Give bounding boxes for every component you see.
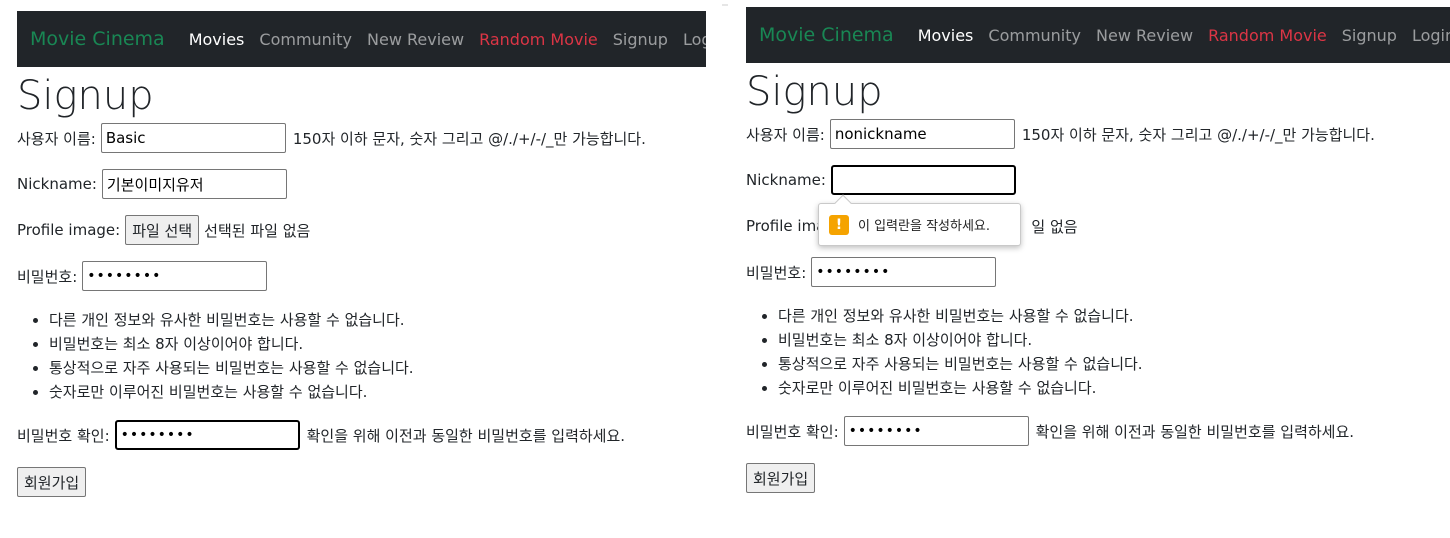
nav-new-review[interactable]: New Review <box>367 30 464 49</box>
nickname-row: Nickname: <box>17 169 646 199</box>
navbar: Movie Cinema Movies Community New Review… <box>17 11 726 67</box>
confirm-input[interactable] <box>843 416 1029 446</box>
file-status: 선택된 파일 없음 <box>204 221 311 240</box>
profile-label: Profile image: <box>17 221 121 239</box>
username-row: 사용자 이름: 150자 이하 문자, 숫자 그리고 @/./+/-/_만 가능… <box>17 123 646 153</box>
confirm-label: 비밀번호 확인: <box>746 422 839 441</box>
panel-divider <box>722 4 728 6</box>
password-row: 비밀번호: <box>746 257 1375 287</box>
signup-submit-button[interactable]: 회원가입 <box>746 463 816 493</box>
username-label: 사용자 이름: <box>746 125 825 144</box>
page-title: Signup <box>746 69 883 115</box>
password-row: 비밀번호: <box>17 261 646 291</box>
warning-icon: ! <box>829 214 849 235</box>
username-help: 150자 이하 문자, 숫자 그리고 @/./+/-/_만 가능합니다. <box>292 129 646 148</box>
profile-label: Profile ima <box>746 217 826 235</box>
validation-message: 이 입력란을 작성하세요. <box>858 219 990 234</box>
nav-signup[interactable]: Signup <box>1342 26 1397 45</box>
signup-submit-button[interactable]: 회원가입 <box>17 467 87 497</box>
nav-login[interactable]: Login <box>1412 26 1450 45</box>
nav-movies[interactable]: Movies <box>918 26 974 45</box>
password-rule: 숫자로만 이루어진 비밀번호는 사용할 수 없습니다. <box>49 380 646 404</box>
username-input[interactable] <box>829 119 1015 149</box>
username-help: 150자 이하 문자, 숫자 그리고 @/./+/-/_만 가능합니다. <box>1021 125 1375 144</box>
password-rule: 비밀번호는 최소 8자 이상이어야 합니다. <box>778 328 1375 352</box>
password-label: 비밀번호: <box>17 267 78 286</box>
page-title: Signup <box>17 73 154 119</box>
file-select-button[interactable]: 파일 선택 <box>125 215 200 245</box>
file-status: 일 없음 <box>1031 217 1078 236</box>
brand-link[interactable]: Movie Cinema <box>30 28 165 50</box>
password-rule: 통상적으로 자주 사용되는 비밀번호는 사용할 수 없습니다. <box>778 352 1375 376</box>
nickname-row: Nickname: <box>746 165 1375 195</box>
signup-form: Signup 사용자 이름: 150자 이하 문자, 숫자 그리고 @/./+/… <box>17 70 646 497</box>
nickname-label: Nickname: <box>17 175 97 193</box>
nav-random-movie[interactable]: Random Movie <box>1208 26 1327 45</box>
password-rule: 비밀번호는 최소 8자 이상이어야 합니다. <box>49 332 646 356</box>
username-input[interactable] <box>100 123 286 153</box>
username-row: 사용자 이름: 150자 이하 문자, 숫자 그리고 @/./+/-/_만 가능… <box>746 119 1375 149</box>
nav-community[interactable]: Community <box>259 30 352 49</box>
password-rules: 다른 개인 정보와 유사한 비밀번호는 사용할 수 없습니다. 비밀번호는 최소… <box>17 308 646 404</box>
confirm-row: 비밀번호 확인: 확인을 위해 이전과 동일한 비밀번호를 입력하세요. <box>746 416 1375 446</box>
nav-signup[interactable]: Signup <box>613 30 668 49</box>
password-rule: 통상적으로 자주 사용되는 비밀번호는 사용할 수 없습니다. <box>49 356 646 380</box>
nickname-input[interactable] <box>101 169 287 199</box>
confirm-help: 확인을 위해 이전과 동일한 비밀번호를 입력하세요. <box>1035 422 1355 441</box>
signup-form: Signup 사용자 이름: 150자 이하 문자, 숫자 그리고 @/./+/… <box>746 66 1375 493</box>
confirm-row: 비밀번호 확인: 확인을 위해 이전과 동일한 비밀번호를 입력하세요. <box>17 420 646 450</box>
nav-new-review[interactable]: New Review <box>1096 26 1193 45</box>
validation-tooltip: ! 이 입력란을 작성하세요. <box>818 194 1021 246</box>
nav-movies[interactable]: Movies <box>189 30 245 49</box>
password-label: 비밀번호: <box>746 263 807 282</box>
username-label: 사용자 이름: <box>17 129 96 148</box>
brand-link[interactable]: Movie Cinema <box>759 24 894 46</box>
nav-random-movie[interactable]: Random Movie <box>479 30 598 49</box>
nav-login[interactable]: Login <box>683 30 726 49</box>
nickname-label: Nickname: <box>746 171 826 189</box>
confirm-help: 확인을 위해 이전과 동일한 비밀번호를 입력하세요. <box>306 426 626 445</box>
password-input[interactable] <box>811 257 997 287</box>
confirm-input[interactable] <box>114 420 300 450</box>
nickname-input[interactable] <box>830 165 1016 195</box>
confirm-label: 비밀번호 확인: <box>17 426 110 445</box>
password-input[interactable] <box>82 261 268 291</box>
password-rule: 다른 개인 정보와 유사한 비밀번호는 사용할 수 없습니다. <box>49 308 646 332</box>
password-rule: 다른 개인 정보와 유사한 비밀번호는 사용할 수 없습니다. <box>778 304 1375 328</box>
nav-community[interactable]: Community <box>988 26 1081 45</box>
password-rules: 다른 개인 정보와 유사한 비밀번호는 사용할 수 없습니다. 비밀번호는 최소… <box>746 304 1375 400</box>
profile-row: Profile image: 파일 선택 선택된 파일 없음 <box>17 215 646 245</box>
navbar: Movie Cinema Movies Community New Review… <box>746 7 1450 63</box>
password-rule: 숫자로만 이루어진 비밀번호는 사용할 수 없습니다. <box>778 376 1375 400</box>
